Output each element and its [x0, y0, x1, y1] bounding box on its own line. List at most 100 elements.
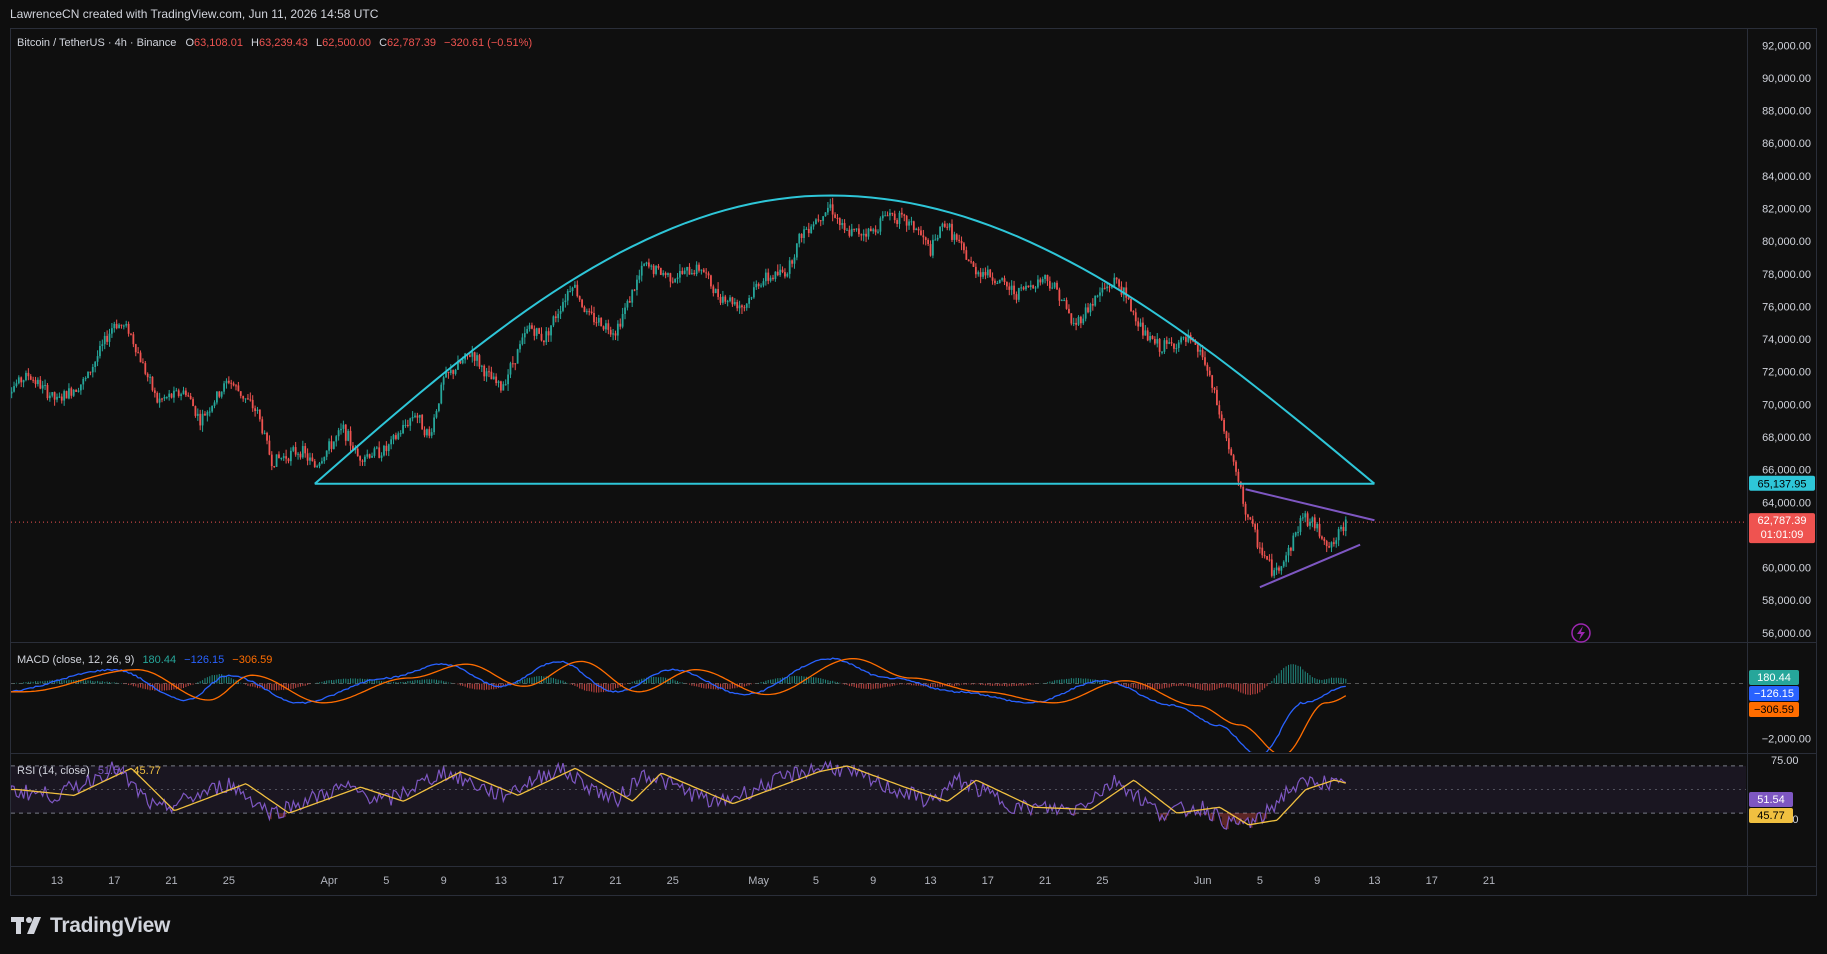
candle-body-88 [208, 411, 211, 413]
candle-body-352 [838, 218, 841, 226]
candle-body-355 [846, 229, 848, 231]
candle-body-95 [225, 380, 228, 384]
candle-body-529 [1261, 547, 1264, 556]
svg-text:−126.15: −126.15 [1754, 688, 1794, 700]
rsi-pane[interactable]: 75.00 25.00 [11, 755, 1799, 830]
candle-body-463 [1103, 287, 1106, 289]
candle-body-17 [39, 379, 42, 389]
macd-pane[interactable]: −2,000.00 [11, 657, 1811, 756]
candle-body-59 [139, 352, 142, 363]
candle-body-381 [908, 221, 910, 226]
price-pane[interactable]: 92,000.00 90,000.00 88,000.00 86,000.00 84,0… [11, 40, 1811, 643]
candle-body-139 [330, 441, 333, 449]
candle-body-435 [1037, 279, 1039, 288]
chart-frame[interactable]: 92,000.00 90,000.00 88,000.00 86,000.00 84,0… [10, 28, 1817, 896]
candle-body-52 [122, 325, 125, 327]
price-tick-2: 88,000.00 [1762, 106, 1811, 118]
candle-body-457 [1089, 303, 1092, 313]
candle-body-362 [862, 233, 865, 236]
candle-body-161 [383, 445, 385, 456]
candle-body-206 [490, 371, 493, 380]
candle-body-175 [416, 415, 419, 418]
macd-line-badge: −126.15 [1749, 686, 1799, 701]
candle-body-294 [700, 269, 703, 271]
triangle-lower-line[interactable] [1259, 543, 1361, 589]
candle-body-274 [652, 265, 655, 274]
candle-body-312 [743, 307, 746, 309]
candle-body-260 [619, 323, 622, 327]
candle-body-561 [1337, 529, 1340, 541]
candle-body-182 [433, 417, 435, 433]
candle-body-562 [1340, 526, 1342, 530]
candle-body-280 [667, 273, 669, 276]
candle-body-490 [1168, 342, 1171, 344]
candle-body-492 [1173, 343, 1175, 349]
rsi-badge: 51.54 [1749, 792, 1793, 807]
candle-body-451 [1075, 322, 1078, 325]
legend-symbol: Bitcoin / TetherUS · 4h · Binance [17, 37, 176, 49]
candle-body-297 [707, 273, 710, 276]
candle-body-157 [373, 448, 376, 456]
price-tick-5: 82,000.00 [1762, 204, 1811, 216]
candle-body-116 [275, 454, 278, 467]
price-tick-3: 86,000.00 [1762, 138, 1811, 150]
candle-body-80 [189, 395, 192, 400]
candle-body-461 [1099, 292, 1101, 296]
candle-body-298 [710, 275, 712, 287]
candle-body-67 [158, 398, 161, 403]
candle-body-204 [485, 371, 488, 377]
candle-body-243 [578, 296, 581, 300]
candle-body-535 [1275, 567, 1278, 571]
macd-axis-tick: −2,000.00 [1762, 734, 1811, 746]
candle-body-29 [68, 388, 70, 399]
candle-body-497 [1184, 337, 1187, 342]
candle-body-440 [1048, 281, 1051, 289]
candle-body-106 [251, 399, 254, 409]
candle-body-444 [1058, 289, 1061, 301]
price-tick-11: 70,000.00 [1762, 399, 1811, 411]
candle-body-425 [1013, 285, 1015, 295]
candle-body-84 [199, 413, 202, 426]
chart-canvas[interactable]: 92,000.00 90,000.00 88,000.00 86,000.00 84,0… [11, 29, 1816, 895]
lightning-icon[interactable] [1571, 623, 1591, 643]
time-axis[interactable]: 13 17 21 25 Apr 5 9 13 17 21 25 May 5 9 13 17 21 25 Jun 5 9 1… [51, 875, 1495, 887]
candle-body-426 [1015, 294, 1018, 300]
candle-body-227 [540, 333, 543, 341]
candle-body-257 [612, 333, 614, 335]
price-tick-16: 60,000.00 [1762, 563, 1811, 575]
candle-body-309 [736, 302, 739, 309]
rounded-top-arc[interactable] [314, 194, 1376, 485]
candle-body-300 [714, 289, 717, 294]
candle-body-210 [500, 381, 502, 391]
candle-body-211 [502, 384, 505, 391]
candle-body-429 [1022, 287, 1025, 290]
candle-body-284 [676, 277, 679, 279]
candle-body-447 [1065, 300, 1068, 309]
candle-body-277 [659, 267, 662, 275]
candle-body-419 [998, 279, 1001, 284]
candle-body-365 [869, 228, 872, 232]
brand-footer[interactable]: TradingView [10, 908, 170, 944]
candle-body-370 [881, 215, 884, 219]
candle-body-321 [764, 272, 767, 282]
price-axis[interactable]: 92,000.00 90,000.00 88,000.00 86,000.00 84,0… [1762, 40, 1811, 640]
candle-body-341 [812, 224, 815, 227]
candle-body-126 [299, 453, 302, 458]
candle-body-531 [1266, 556, 1268, 560]
candle-body-375 [893, 213, 896, 221]
candle-body-99 [235, 385, 237, 387]
candle-body-166 [395, 435, 397, 439]
brand-name: TradingView [50, 914, 171, 937]
svg-text:180.44: 180.44 [1757, 672, 1791, 684]
legend-low: 62,500.00 [322, 37, 371, 49]
candle-body-472 [1125, 287, 1128, 298]
candle-body-396 [943, 223, 946, 227]
candle-body-35 [82, 378, 85, 385]
legend-high-label: H [251, 37, 259, 49]
time-tick-8: 17 [552, 875, 564, 887]
triangle-upper-line[interactable] [1245, 488, 1375, 522]
candle-body-177 [421, 414, 424, 430]
time-tick-17: 25 [1096, 875, 1108, 887]
candle-body-162 [385, 445, 388, 452]
time-tick-20: 9 [1314, 875, 1320, 887]
